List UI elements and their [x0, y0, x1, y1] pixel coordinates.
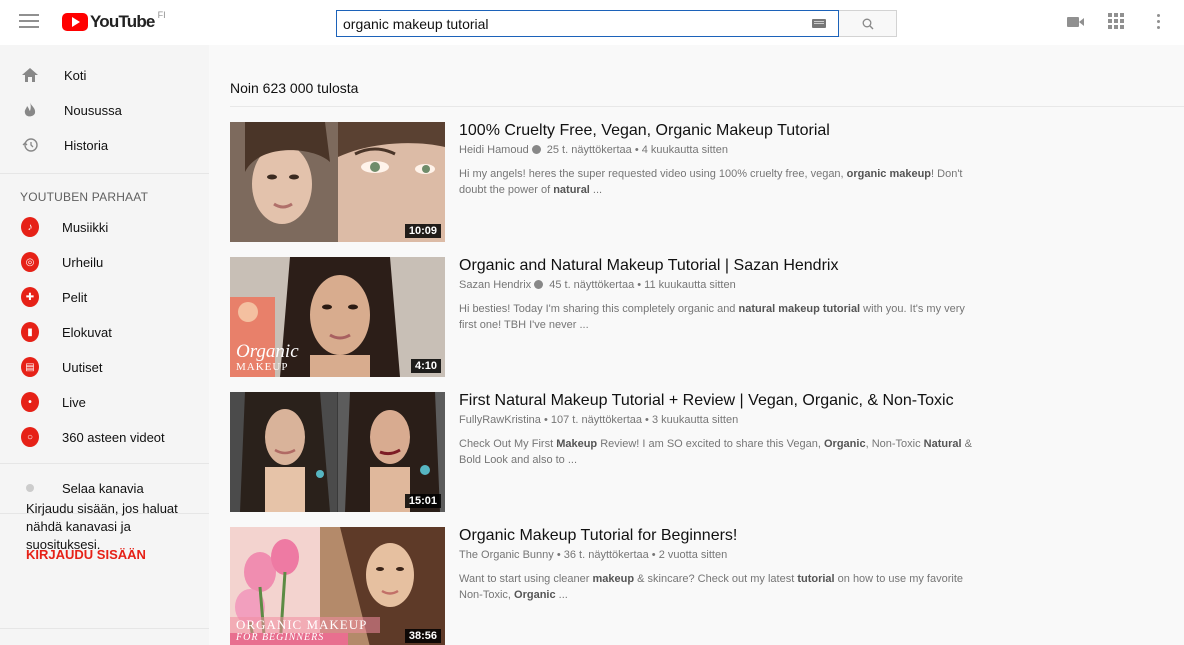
- sidebar-item-trending[interactable]: Nousussa: [0, 93, 209, 127]
- sidebar-item-label: Urheilu: [62, 254, 104, 270]
- divider: [0, 173, 209, 174]
- sidebar: Koti Nousussa Historia YOUTUBEN PARHAAT …: [0, 45, 209, 645]
- section-title: YOUTUBEN PARHAAT: [20, 190, 149, 204]
- music-icon: ♪: [21, 217, 39, 237]
- more-options-icon[interactable]: [1157, 14, 1161, 32]
- verified-icon: [531, 145, 541, 154]
- video-meta: FullyRawKristina • 107 t. näyttökertaa •…: [459, 414, 739, 426]
- search-button[interactable]: [839, 10, 897, 37]
- thumbnail-overlay-text: ORGANIC MAKEUP: [236, 617, 368, 632]
- sidebar-item-gaming[interactable]: ✚ Pelit: [0, 280, 209, 314]
- logo-text: YouTube: [90, 12, 155, 31]
- video-description: Hi besties! Today I'm sharing this compl…: [459, 303, 965, 331]
- video-duration: 10:09: [404, 224, 441, 238]
- youtube-play-icon: [62, 13, 88, 31]
- sidebar-item-music[interactable]: ♪ Musiikki: [0, 210, 209, 244]
- sidebar-item-sports[interactable]: ◎ Urheilu: [0, 245, 209, 279]
- search-box: [336, 10, 839, 37]
- search-icon: [862, 18, 874, 30]
- divider: [0, 628, 209, 629]
- browse-channels-icon: [21, 479, 39, 497]
- sidebar-item-label: Selaa kanavia: [62, 480, 144, 496]
- sidebar-item-label: Musiikki: [62, 219, 109, 235]
- verified-icon: [534, 280, 544, 289]
- video-thumbnail[interactable]: 10:09: [230, 122, 445, 242]
- video-description: Hi my angels! heres the super requested …: [459, 168, 963, 196]
- video-stats: 45 t. näyttökertaa • 11 kuukautta sitten: [549, 279, 736, 291]
- sidebar-item-label: Elokuvat: [62, 324, 112, 340]
- search-input[interactable]: [337, 11, 797, 36]
- menu-icon[interactable]: [19, 14, 39, 30]
- video-result: 10:09 100% Cruelty Free, Vegan, Organic …: [230, 122, 990, 242]
- video-description: Want to start using cleaner makeup & ski…: [459, 573, 963, 601]
- video-title[interactable]: Organic and Natural Makeup Tutorial | Sa…: [459, 257, 838, 275]
- sidebar-item-label: Pelit: [62, 289, 88, 305]
- video-stats: 25 t. näyttökertaa • 4 kuukautta sitten: [546, 144, 728, 156]
- live-icon: •: [21, 392, 39, 412]
- thumbnail-overlay-text: FOR BEGINNERS: [236, 632, 325, 643]
- sidebar-item-home[interactable]: Koti: [0, 58, 209, 92]
- video-thumbnail[interactable]: 15:01: [230, 392, 445, 512]
- history-icon: [21, 136, 39, 154]
- video-title[interactable]: First Natural Makeup Tutorial + Review |…: [459, 392, 954, 410]
- sidebar-item-360-videos[interactable]: ○ 360 asteen videot: [0, 420, 209, 454]
- sports-icon: ◎: [21, 252, 39, 272]
- sidebar-item-label: Koti: [64, 67, 87, 83]
- video-duration: 4:10: [410, 359, 441, 373]
- video-title[interactable]: 100% Cruelty Free, Vegan, Organic Makeup…: [459, 122, 830, 140]
- sidebar-item-label: Uutiset: [62, 359, 103, 375]
- divider: [0, 463, 209, 464]
- video-description: Check Out My First Makeup Review! I am S…: [459, 438, 972, 466]
- video-result: Organic MAKEUP 4:10 Organic and Natural …: [230, 257, 990, 377]
- trending-icon: [21, 101, 39, 119]
- apps-icon[interactable]: [1108, 13, 1124, 29]
- keyboard-icon[interactable]: [812, 19, 826, 28]
- sidebar-item-live[interactable]: • Live: [0, 385, 209, 419]
- sidebar-item-history[interactable]: Historia: [0, 128, 209, 162]
- video-stats: 107 t. näyttökertaa • 3 kuukautta sitten: [550, 414, 739, 426]
- video-thumbnail[interactable]: Organic MAKEUP 4:10: [230, 257, 445, 377]
- news-icon: ▤: [21, 357, 39, 377]
- video-meta: The Organic Bunny • 36 t. näyttökertaa •…: [459, 549, 728, 561]
- video-stats: 36 t. näyttökertaa • 2 vuotta sitten: [563, 549, 728, 561]
- sidebar-item-label: Live: [62, 394, 86, 410]
- signin-link[interactable]: KIRJAUDU SISÄÄN: [26, 547, 146, 562]
- home-icon: [21, 66, 39, 84]
- video-duration: 15:01: [404, 494, 441, 508]
- 360-video-icon: ○: [21, 427, 39, 447]
- youtube-logo[interactable]: YouTube FI: [62, 10, 166, 32]
- upload-video-icon[interactable]: [1067, 17, 1084, 27]
- sidebar-item-label: 360 asteen videot: [62, 429, 165, 445]
- results-count: Noin 623 000 tulosta: [230, 80, 359, 96]
- channel-name[interactable]: The Organic Bunny: [459, 549, 554, 561]
- signin-prompt: Kirjaudu sisään, jos haluat nähdä kanava…: [26, 501, 178, 552]
- sidebar-item-movies[interactable]: ▮ Elokuvat: [0, 315, 209, 349]
- divider: [230, 106, 1184, 107]
- thumbnail-overlay-text: Organic: [236, 341, 299, 362]
- movies-icon: ▮: [21, 322, 39, 342]
- logo-region: FI: [157, 10, 166, 20]
- thumbnail-overlay-text: MAKEUP: [236, 361, 289, 373]
- channel-name[interactable]: FullyRawKristina: [459, 414, 541, 426]
- video-thumbnail[interactable]: ORGANIC MAKEUP FOR BEGINNERS 38:56: [230, 527, 445, 645]
- video-result: 15:01 First Natural Makeup Tutorial + Re…: [230, 392, 990, 512]
- gaming-icon: ✚: [21, 287, 39, 307]
- sidebar-item-label: Historia: [64, 137, 109, 153]
- sidebar-item-label: Nousussa: [64, 102, 122, 118]
- video-duration: 38:56: [404, 629, 441, 643]
- channel-name[interactable]: Sazan Hendrix: [459, 279, 531, 291]
- video-title[interactable]: Organic Makeup Tutorial for Beginners!: [459, 527, 737, 545]
- channel-name[interactable]: Heidi Hamoud: [459, 144, 529, 156]
- video-meta: Sazan Hendrix 45 t. näyttökertaa • 11 ku…: [459, 279, 736, 291]
- masthead: YouTube FI: [0, 0, 1184, 45]
- sidebar-item-news[interactable]: ▤ Uutiset: [0, 350, 209, 384]
- video-meta: Heidi Hamoud 25 t. näyttökertaa • 4 kuuk…: [459, 144, 728, 156]
- video-result: ORGANIC MAKEUP FOR BEGINNERS 38:56 Organ…: [230, 527, 990, 645]
